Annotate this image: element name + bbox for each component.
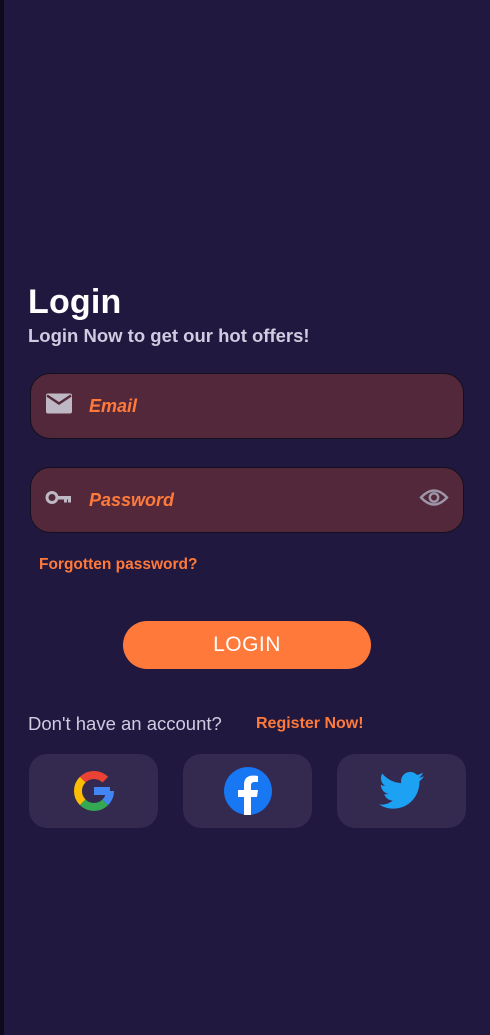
key-icon bbox=[45, 490, 73, 511]
password-input[interactable] bbox=[89, 468, 409, 532]
no-account-text: Don't have an account? bbox=[28, 713, 222, 734]
email-input[interactable] bbox=[89, 374, 409, 438]
forgot-password-link[interactable]: Forgotten password? bbox=[39, 556, 197, 574]
eye-icon[interactable] bbox=[419, 488, 449, 513]
twitter-login-button[interactable] bbox=[337, 754, 466, 828]
mail-icon bbox=[45, 393, 73, 420]
page-subtitle: Login Now to get our hot offers! bbox=[28, 325, 310, 346]
facebook-login-button[interactable] bbox=[183, 754, 312, 828]
password-field[interactable] bbox=[30, 467, 464, 533]
login-button[interactable]: LOGIN bbox=[123, 621, 371, 669]
email-field[interactable] bbox=[30, 373, 464, 439]
screen-edge bbox=[0, 0, 4, 1035]
register-link[interactable]: Register Now! bbox=[256, 715, 364, 733]
login-screen: Login Login Now to get our hot offers! E… bbox=[0, 0, 490, 1035]
page-title: Login bbox=[28, 283, 122, 321]
google-login-button[interactable] bbox=[29, 754, 158, 828]
